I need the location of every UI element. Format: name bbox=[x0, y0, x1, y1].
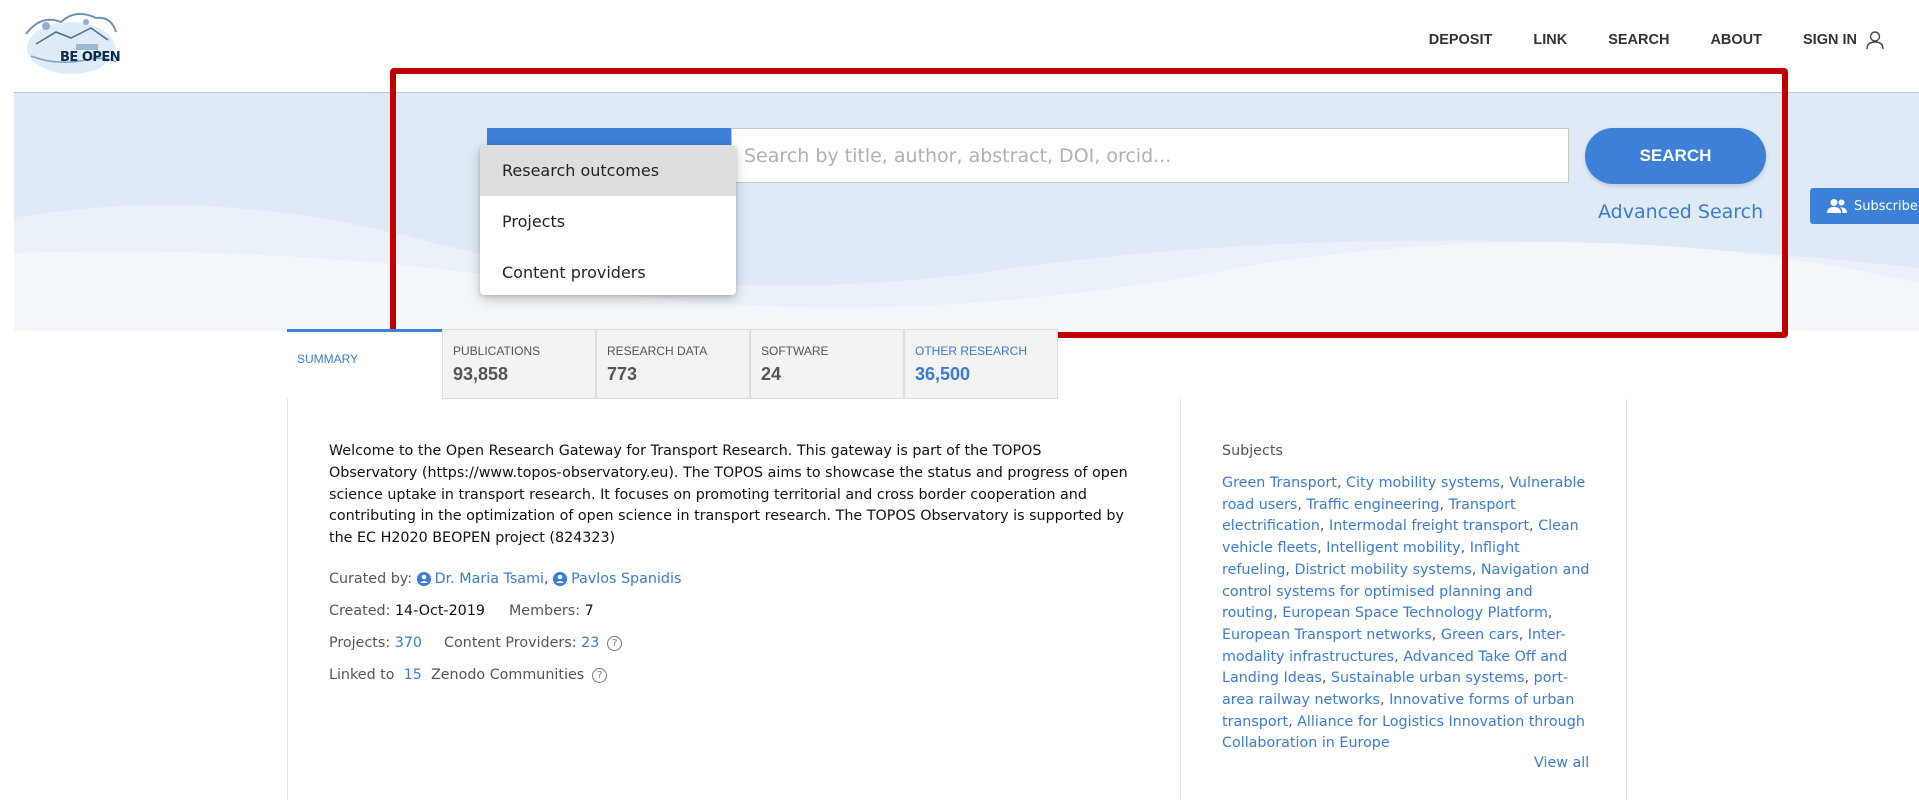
curated-by-label: Curated by: bbox=[329, 571, 413, 587]
subject-link[interactable]: Intermodal freight transport bbox=[1329, 518, 1529, 534]
tab-summary[interactable]: SUMMARY bbox=[287, 329, 442, 399]
group-icon bbox=[1827, 199, 1847, 213]
nav-sign-in[interactable]: SIGN IN bbox=[1803, 30, 1885, 50]
tab-summary-label: SUMMARY bbox=[297, 352, 359, 366]
dropdown-option-content-providers[interactable]: Content providers bbox=[480, 247, 736, 295]
dropdown-option-projects[interactable]: Projects bbox=[480, 196, 736, 247]
logo-text: BE OPEN bbox=[60, 50, 121, 65]
tab-publications[interactable]: PUBLICATIONS 93,858 bbox=[442, 329, 596, 399]
nav-link[interactable]: LINK bbox=[1533, 32, 1567, 48]
tab-software-count: 24 bbox=[761, 364, 782, 384]
logo-graphic-icon bbox=[25, 12, 117, 74]
subject-link[interactable]: Traffic engineering bbox=[1306, 497, 1439, 513]
members-label: Members: bbox=[508, 603, 581, 619]
site-header: BE OPEN DEPOSIT LINK SEARCH ABOUT SIGN I… bbox=[0, 0, 1919, 93]
subjects-title: Subjects bbox=[1222, 443, 1283, 459]
advanced-search-link[interactable]: Advanced Search bbox=[1598, 201, 1763, 223]
created-value: 14-Oct-2019 bbox=[394, 603, 485, 619]
curator-link[interactable]: Dr. Maria Tsami bbox=[435, 571, 544, 587]
linked-to-label: Linked to bbox=[329, 667, 395, 683]
zenodo-communities-label: Zenodo Communities bbox=[430, 667, 585, 683]
tab-research-data[interactable]: RESEARCH DATA 773 bbox=[596, 329, 750, 399]
user-icon bbox=[1866, 31, 1884, 50]
dropdown-option-research-outcomes[interactable]: Research outcomes bbox=[480, 145, 736, 196]
sign-in-label: SIGN IN bbox=[1803, 32, 1857, 48]
result-tabs: SUMMARY PUBLICATIONS 93,858 RESEARCH DAT… bbox=[287, 329, 1058, 399]
curated-by-row: Curated by: Dr. Maria Tsami, Pavlos Span… bbox=[329, 571, 682, 587]
tab-software[interactable]: SOFTWARE 24 bbox=[750, 329, 904, 399]
search-button[interactable]: SEARCH bbox=[1585, 128, 1766, 184]
nav-about[interactable]: ABOUT bbox=[1710, 32, 1762, 48]
subject-link[interactable]: District mobility systems bbox=[1294, 562, 1471, 578]
gateway-description: Welcome to the Open Research Gateway for… bbox=[329, 443, 1128, 547]
subject-link[interactable]: Sustainable urban systems bbox=[1331, 670, 1525, 686]
tab-other-research-label: OTHER RESEARCH bbox=[915, 344, 1028, 358]
search-input[interactable] bbox=[731, 128, 1569, 183]
projects-label: Projects: bbox=[329, 635, 391, 651]
subscribe-button[interactable]: Subscribe bbox=[1810, 188, 1919, 224]
tab-other-research[interactable]: OTHER RESEARCH 36,500 bbox=[904, 329, 1058, 399]
help-icon[interactable]: ? bbox=[607, 635, 623, 651]
projects-count-link[interactable]: 370 bbox=[395, 635, 422, 651]
linked-row: Linked to 15 Zenodo Communities ? bbox=[329, 667, 608, 683]
subject-link[interactable]: Green cars bbox=[1441, 627, 1519, 643]
view-all-subjects-link[interactable]: View all bbox=[1534, 755, 1589, 771]
subject-link[interactable]: City mobility systems bbox=[1346, 475, 1500, 491]
subject-link[interactable]: Intelligent mobility bbox=[1326, 540, 1460, 556]
main-nav: DEPOSIT LINK SEARCH ABOUT SIGN IN bbox=[1388, 30, 1885, 50]
beopen-logo[interactable]: BE OPEN bbox=[16, 4, 126, 76]
person-circle-icon bbox=[553, 572, 568, 586]
tab-research-data-label: RESEARCH DATA bbox=[607, 344, 708, 358]
curator-link[interactable]: Pavlos Spanidis bbox=[571, 571, 681, 587]
tab-software-label: SOFTWARE bbox=[761, 344, 829, 358]
content-providers-label: Content Providers: bbox=[444, 635, 577, 651]
content-providers-count-link[interactable]: 23 bbox=[581, 635, 599, 651]
created-row: Created: 14-Oct-2019 Members: 7 bbox=[329, 603, 594, 619]
subject-link[interactable]: European Transport networks bbox=[1222, 627, 1432, 643]
help-icon[interactable]: ? bbox=[592, 667, 608, 683]
search-type-dropdown: Research outcomes Projects Content provi… bbox=[480, 145, 736, 295]
nav-deposit[interactable]: DEPOSIT bbox=[1429, 32, 1493, 48]
tab-publications-count: 93,858 bbox=[453, 364, 509, 384]
tab-other-research-count: 36,500 bbox=[915, 364, 971, 384]
tab-publications-label: PUBLICATIONS bbox=[453, 344, 541, 358]
subscribe-label: Subscribe bbox=[1854, 198, 1918, 214]
zenodo-count-link[interactable]: 15 bbox=[404, 667, 422, 683]
subject-link[interactable]: European Space Technology Platform bbox=[1282, 605, 1548, 621]
subjects-list: Green Transport, City mobility systems, … bbox=[1222, 475, 1590, 752]
members-value: 7 bbox=[584, 603, 594, 619]
created-label: Created: bbox=[329, 603, 391, 619]
person-circle-icon bbox=[416, 572, 431, 586]
projects-row: Projects: 370 Content Providers: 23 ? bbox=[329, 635, 623, 651]
tab-research-data-count: 773 bbox=[607, 364, 638, 384]
nav-search[interactable]: SEARCH bbox=[1608, 32, 1669, 48]
subject-link[interactable]: Green Transport bbox=[1222, 475, 1337, 491]
